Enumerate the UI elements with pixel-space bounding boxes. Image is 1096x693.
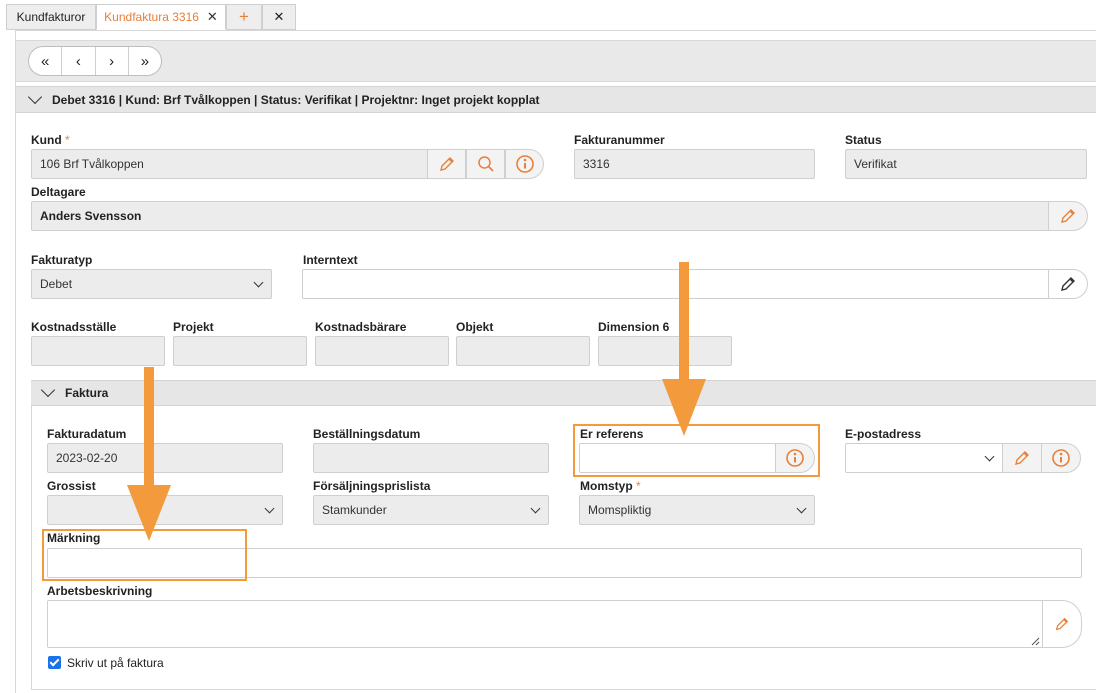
info-icon [515, 155, 534, 173]
kund-info-button[interactable] [505, 149, 544, 179]
arbetsbeskrivning-textarea[interactable] [47, 600, 1043, 648]
edit-arbetsbeskrivning-button[interactable] [1042, 600, 1082, 648]
kostnadsbarare-label: Kostnadsbärare [315, 320, 407, 334]
objekt-field[interactable] [456, 336, 590, 366]
info-icon [1052, 449, 1070, 467]
close-all-tabs-button[interactable]: ✕ [262, 4, 296, 30]
previous-record-button[interactable]: ‹ [62, 47, 96, 75]
status-label: Status [845, 133, 882, 147]
pencil-icon [1015, 451, 1029, 465]
record-navigation: « ‹ › » [28, 46, 162, 76]
pencil-icon [1055, 617, 1069, 631]
momstyp-select[interactable]: Momspliktig [579, 495, 815, 525]
skriv-ut-checkbox[interactable] [48, 656, 61, 669]
kostnadsstalle-label: Kostnadsställe [31, 320, 117, 334]
interntext-field[interactable] [302, 269, 1049, 299]
edit-kund-button[interactable] [427, 149, 466, 179]
invoice-header-title: Debet 3316 | Kund: Brf Tvålkoppen | Stat… [52, 92, 540, 107]
chevron-down-icon [264, 503, 275, 514]
objekt-label: Objekt [456, 320, 494, 334]
chevron-down-icon [27, 89, 43, 104]
add-tab-button[interactable]: + [226, 4, 262, 30]
next-record-button[interactable]: › [96, 47, 129, 75]
fakturadatum-field[interactable]: 2023-02-20 [47, 443, 283, 473]
last-record-button[interactable]: » [129, 47, 161, 75]
tab-kundfakturor[interactable]: Kundfakturor [6, 4, 96, 30]
fakturanummer-field[interactable]: 3316 [574, 149, 815, 179]
bestallningsdatum-field[interactable] [313, 443, 549, 473]
fakturatyp-value: Debet [40, 277, 73, 291]
er-referens-highlight [573, 424, 820, 477]
deltagare-label: Deltagare [31, 185, 86, 199]
status-field[interactable]: Verifikat [845, 149, 1087, 179]
resize-handle-icon[interactable] [1030, 636, 1040, 646]
tab-label: Kundfakturor [16, 10, 86, 24]
fakturanummer-label: Fakturanummer [574, 133, 665, 147]
tab-kundfaktura-3316[interactable]: Kundfaktura 3316 ✕ [96, 4, 226, 30]
forsaljningsprislista-select[interactable]: Stamkunder [313, 495, 549, 525]
chevron-down-icon [40, 382, 56, 398]
epostadress-info-button[interactable] [1041, 443, 1081, 473]
edit-deltagare-button[interactable] [1048, 201, 1088, 231]
bestallningsdatum-label: Beställningsdatum [313, 427, 421, 441]
faktura-section-header[interactable]: Faktura [31, 380, 1096, 406]
chevron-down-icon [530, 503, 541, 514]
interntext-label: Interntext [303, 253, 358, 267]
search-icon [477, 156, 494, 172]
grossist-select[interactable] [47, 495, 283, 525]
faktura-section-title: Faktura [65, 386, 109, 400]
record-toolbar [16, 40, 1096, 82]
projekt-field[interactable] [173, 336, 307, 366]
epostadress-select[interactable] [845, 443, 1003, 473]
tab-bar: Kundfakturor Kundfaktura 3316 ✕ + ✕ [0, 0, 1096, 32]
fakturatyp-select[interactable]: Debet [31, 269, 272, 299]
chevron-down-icon [796, 503, 807, 514]
kund-field[interactable]: 106 Brf Tvålkoppen [31, 149, 428, 179]
deltagare-field[interactable]: Anders Svensson [31, 201, 1049, 231]
dimension6-label: Dimension 6 [598, 320, 670, 334]
dimension6-field[interactable] [598, 336, 732, 366]
skriv-ut-label: Skriv ut på faktura [67, 656, 164, 670]
invoice-header-bar[interactable]: Debet 3316 | Kund: Brf Tvålkoppen | Stat… [16, 86, 1096, 113]
tab-label: Kundfaktura 3316 [104, 10, 199, 24]
arbetsbeskrivning-label: Arbetsbeskrivning [47, 584, 153, 598]
pencil-icon [439, 157, 454, 171]
edit-interntext-button[interactable] [1048, 269, 1088, 299]
grossist-label: Grossist [47, 479, 96, 493]
edit-epostadress-button[interactable] [1002, 443, 1042, 473]
momstyp-label: Momstyp * [580, 479, 641, 493]
markning-highlight [42, 529, 247, 581]
close-tab-icon[interactable]: ✕ [207, 9, 218, 25]
chevron-down-icon [253, 277, 264, 288]
fakturadatum-label: Fakturadatum [47, 427, 127, 441]
pencil-icon [1061, 277, 1075, 291]
forsaljningsprislista-value: Stamkunder [322, 503, 387, 517]
kostnadsbarare-field[interactable] [315, 336, 449, 366]
search-kund-button[interactable] [466, 149, 505, 179]
forsaljningsprislista-label: Försäljningsprislista [313, 479, 431, 493]
first-record-button[interactable]: « [29, 47, 63, 75]
projekt-label: Projekt [173, 320, 214, 334]
fakturatyp-label: Fakturatyp [31, 253, 93, 267]
kostnadsstalle-field[interactable] [31, 336, 165, 366]
momstyp-value: Momspliktig [588, 503, 652, 517]
epostadress-label: E-postadress [845, 427, 922, 441]
pencil-icon [1061, 209, 1075, 223]
kund-label: Kund * [31, 133, 70, 147]
chevron-down-icon [984, 451, 995, 462]
